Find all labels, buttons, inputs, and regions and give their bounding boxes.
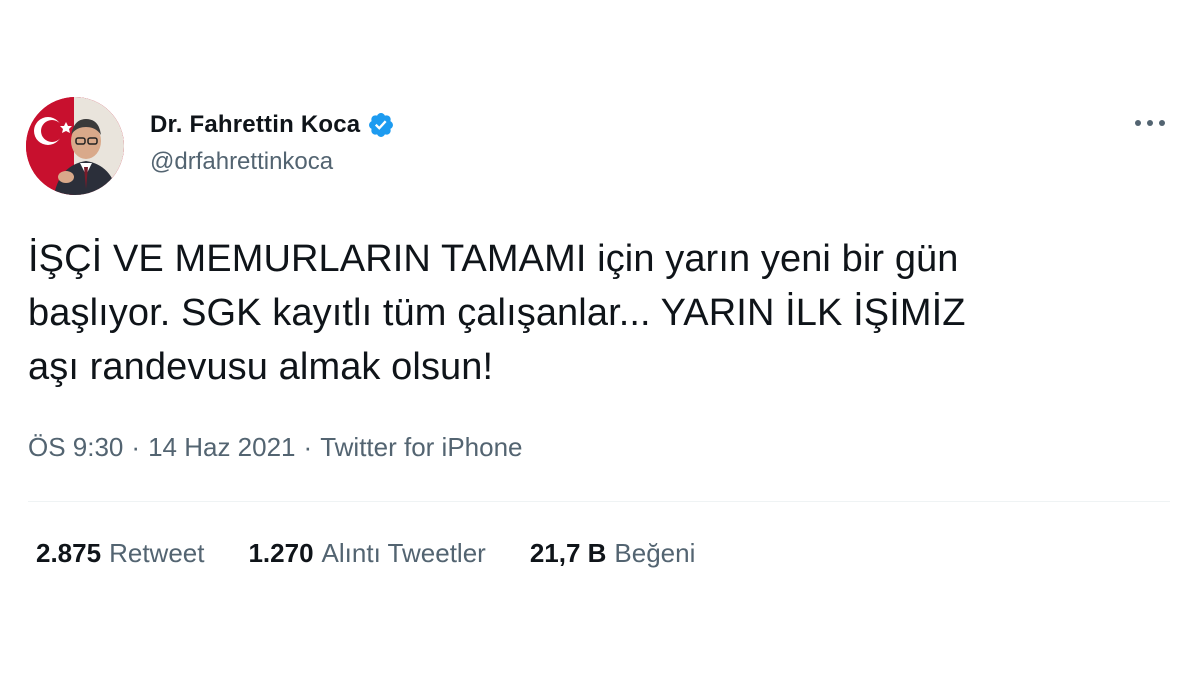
author-name-row: Dr. Fahrettin Koca: [150, 108, 395, 142]
retweet-count[interactable]: 2.875 Retweet: [36, 538, 204, 569]
author-display-name[interactable]: Dr. Fahrettin Koca: [150, 111, 360, 139]
stat-count: 1.270: [248, 538, 314, 568]
author-handle[interactable]: @drfahrettinkoca: [150, 148, 333, 176]
meta-separator: ·: [303, 432, 313, 462]
more-horizontal-icon[interactable]: [1130, 108, 1170, 138]
tweet-source[interactable]: Twitter for iPhone: [320, 432, 522, 463]
verified-badge-icon: [367, 111, 395, 139]
stat-label: Alıntı Tweetler: [321, 538, 486, 568]
tweet-date[interactable]: 14 Haz 2021: [148, 432, 295, 463]
engagement-stats: 2.875 Retweet 1.270 Alıntı Tweetler 21,7…: [36, 538, 739, 569]
stat-count: 2.875: [36, 538, 102, 568]
meta-separator: ·: [131, 432, 141, 462]
tweet-card: Dr. Fahrettin Koca @drfahrettinkoca İŞÇİ…: [0, 0, 1200, 675]
stat-label: Retweet: [109, 538, 205, 568]
quote-tweet-count[interactable]: 1.270 Alıntı Tweetler: [248, 538, 485, 569]
stat-label: Beğeni: [614, 538, 696, 568]
tweet-time[interactable]: ÖS 9:30: [28, 432, 123, 463]
avatar-photo: [26, 97, 124, 195]
tweet-text: İŞÇİ VE MEMURLARIN TAMAMI için yarın yen…: [28, 238, 966, 388]
stat-count: 21,7 B: [529, 538, 607, 568]
tweet-metadata: ÖS 9:30 · 14 Haz 2021 · Twitter for iPho…: [28, 432, 523, 463]
avatar[interactable]: [26, 97, 124, 195]
divider: [28, 501, 1170, 502]
like-count[interactable]: 21,7 B Beğeni: [530, 538, 696, 569]
